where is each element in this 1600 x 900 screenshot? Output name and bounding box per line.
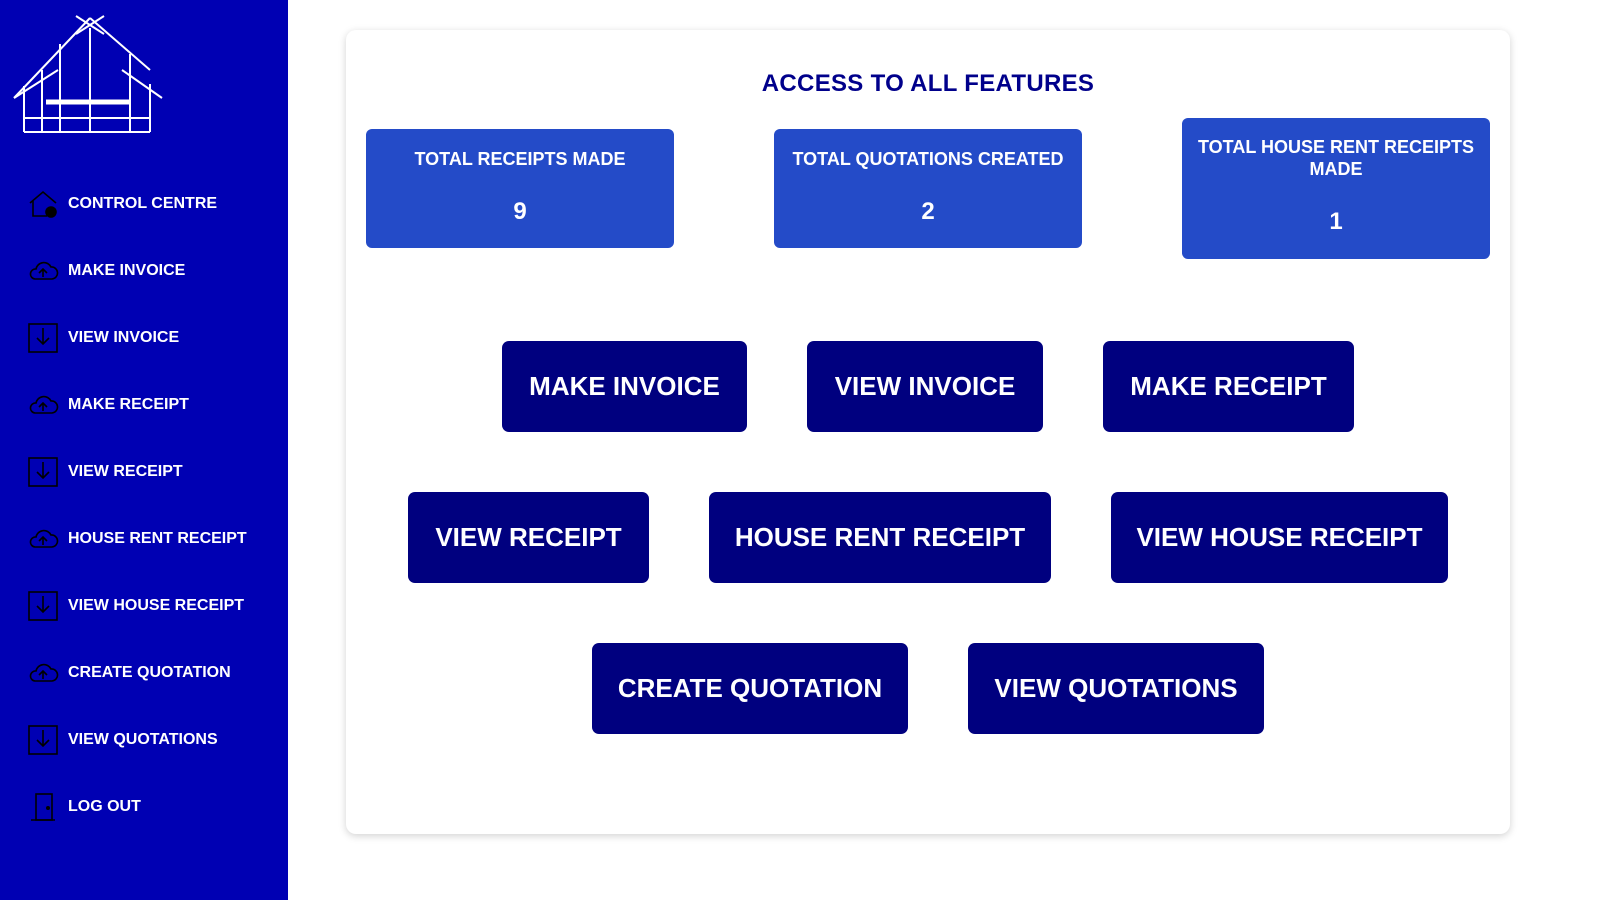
sidebar-item-label: CREATE QUOTATION	[68, 663, 231, 681]
sidebar-item-control-centre[interactable]: CONTROL CENTRE	[0, 170, 288, 237]
stat-label: TOTAL RECEIPTS MADE	[414, 149, 626, 169]
cloud-upload-icon	[27, 389, 59, 421]
sidebar-item-label: VIEW INVOICE	[68, 328, 180, 346]
page-title: ACCESS TO ALL FEATURES	[761, 70, 1095, 97]
sidebar-item-label: VIEW QUOTATIONS	[68, 730, 218, 748]
download-box-icon	[27, 590, 59, 622]
cloud-upload-icon	[27, 255, 59, 287]
cloud-upload-icon	[27, 657, 59, 689]
download-box-icon	[27, 322, 59, 354]
sidebar-item-label: CONTROL CENTRE	[68, 194, 218, 212]
sidebar-item-create-quotation[interactable]: CREATE QUOTATION	[0, 639, 288, 706]
sidebar-item-make-invoice[interactable]: MAKE INVOICE	[0, 237, 288, 304]
stat-card-house-rent: TOTAL HOUSE RENT RECEIPTS MADE 1	[1182, 118, 1490, 259]
download-box-icon	[27, 456, 59, 488]
house-logo-icon	[12, 14, 168, 138]
stat-label: TOTAL HOUSE RENT RECEIPTS MADE	[1197, 137, 1475, 179]
features-card: ACCESS TO ALL FEATURES TOTAL RECEIPTS MA…	[346, 30, 1510, 834]
view-quotations-button[interactable]: VIEW QUOTATIONS	[968, 643, 1264, 734]
stat-card-receipts: TOTAL RECEIPTS MADE 9	[366, 129, 674, 248]
download-box-icon	[27, 724, 59, 756]
sidebar-item-make-receipt[interactable]: MAKE RECEIPT	[0, 371, 288, 438]
stat-card-quotations: TOTAL QUOTATIONS CREATED 2	[774, 129, 1082, 248]
door-exit-icon	[27, 791, 59, 823]
sidebar-item-label: HOUSE RENT RECEIPT	[68, 529, 247, 547]
sidebar-item-label: LOG OUT	[68, 797, 141, 815]
house-rent-receipt-button[interactable]: HOUSE RENT RECEIPT	[709, 492, 1051, 583]
sidebar-item-label: VIEW RECEIPT	[68, 462, 183, 480]
create-quotation-button[interactable]: CREATE QUOTATION	[592, 643, 908, 734]
stat-value: 1	[1329, 208, 1343, 235]
home-settings-icon	[27, 188, 59, 220]
sidebar-nav: CONTROL CENTRE MAKE INVOICE VIEW INVOICE	[0, 170, 288, 840]
stat-value: 9	[513, 198, 527, 225]
sidebar-item-view-receipt[interactable]: VIEW RECEIPT	[0, 438, 288, 505]
sidebar-item-view-quotations[interactable]: VIEW QUOTATIONS	[0, 706, 288, 773]
view-invoice-button[interactable]: VIEW INVOICE	[807, 341, 1043, 432]
sidebar: CONTROL CENTRE MAKE INVOICE VIEW INVOICE	[0, 0, 288, 900]
stat-value: 2	[921, 198, 935, 225]
stat-label: TOTAL QUOTATIONS CREATED	[792, 149, 1064, 169]
view-house-receipt-button[interactable]: VIEW HOUSE RECEIPT	[1111, 492, 1448, 583]
cloud-upload-icon	[27, 523, 59, 555]
view-receipt-button[interactable]: VIEW RECEIPT	[408, 492, 649, 583]
make-receipt-button[interactable]: MAKE RECEIPT	[1103, 341, 1354, 432]
sidebar-item-label: MAKE RECEIPT	[68, 395, 189, 413]
sidebar-item-view-invoice[interactable]: VIEW INVOICE	[0, 304, 288, 371]
sidebar-item-log-out[interactable]: LOG OUT	[0, 773, 288, 840]
sidebar-item-house-rent-receipt[interactable]: HOUSE RENT RECEIPT	[0, 505, 288, 572]
make-invoice-button[interactable]: MAKE INVOICE	[502, 341, 747, 432]
sidebar-item-view-house-receipt[interactable]: VIEW HOUSE RECEIPT	[0, 572, 288, 639]
sidebar-item-label: VIEW HOUSE RECEIPT	[68, 596, 245, 614]
sidebar-item-label: MAKE INVOICE	[68, 261, 186, 279]
